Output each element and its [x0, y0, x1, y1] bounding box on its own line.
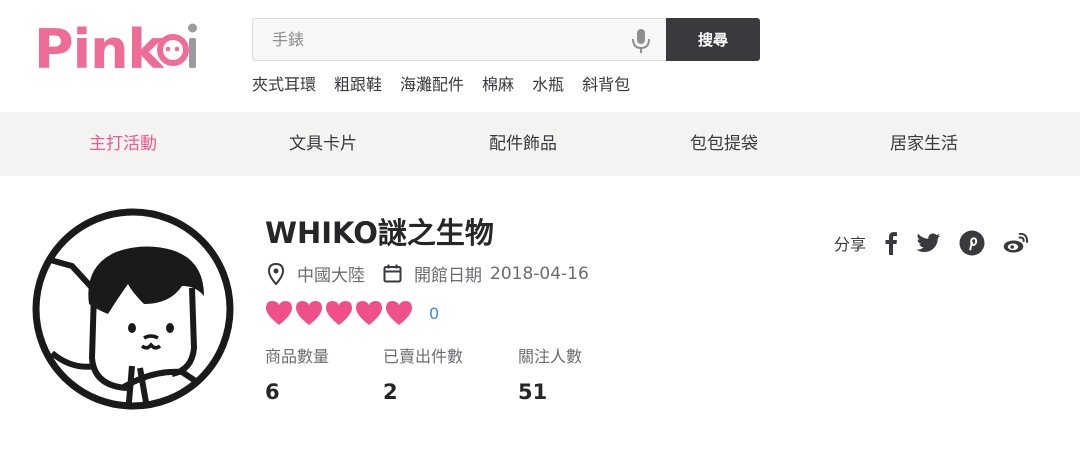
facebook-icon[interactable]: [884, 231, 898, 255]
stat-products: 商品數量 6: [265, 343, 329, 404]
calendar-icon: [383, 264, 402, 283]
category-tab-home[interactable]: 居家生活: [890, 112, 958, 176]
stat-value: 2: [383, 380, 398, 404]
twitter-icon[interactable]: [916, 233, 941, 254]
heart-icon: [386, 301, 412, 325]
opened-label: 開館日期: [414, 266, 482, 286]
keyword-link[interactable]: 水瓶: [532, 71, 564, 95]
stat-label: 關注人數: [518, 347, 583, 366]
share-bar: 分享: [834, 228, 1046, 258]
heart-icon: [296, 301, 322, 325]
search-input[interactable]: [253, 19, 666, 60]
shop-avatar: [32, 208, 234, 410]
microphone-icon[interactable]: [630, 28, 652, 54]
search-bar: 搜尋: [252, 18, 760, 61]
share-label: 分享: [834, 235, 867, 254]
shop-rating[interactable]: 0: [265, 300, 439, 326]
heart-icon: [326, 301, 352, 325]
shop-location: 中國大陸: [297, 266, 365, 286]
pinterest-icon[interactable]: [959, 230, 985, 256]
keyword-link[interactable]: 斜背包: [582, 71, 630, 95]
weibo-icon[interactable]: [1003, 233, 1029, 253]
pinkoi-logo[interactable]: Pink: [34, 14, 206, 76]
stat-sold: 已賣出件數 2: [383, 343, 463, 404]
stat-label: 已賣出件數: [383, 347, 464, 366]
category-tab-bags[interactable]: 包包提袋: [690, 112, 758, 176]
svg-text:Pink: Pink: [34, 18, 165, 76]
shop-name: WHIKO謎之生物: [265, 216, 494, 250]
review-count[interactable]: 0: [429, 304, 439, 323]
shop-meta: 中國大陸 開館日期 2018-04-16: [268, 261, 589, 286]
stat-value: 6: [265, 380, 280, 404]
search-field[interactable]: [252, 18, 666, 61]
search-button[interactable]: 搜尋: [666, 18, 760, 61]
opened-date: 2018-04-16: [490, 263, 589, 284]
hot-keywords: 夾式耳環 粗跟鞋 海灘配件 棉麻 水瓶 斜背包: [252, 71, 630, 95]
category-tab-featured[interactable]: 主打活動: [89, 112, 157, 176]
stat-value: 51: [518, 380, 548, 404]
location-pin-icon: [268, 262, 284, 285]
keyword-link[interactable]: 棉麻: [482, 71, 514, 95]
category-tab-stationery[interactable]: 文具卡片: [289, 112, 357, 176]
keyword-link[interactable]: 海灘配件: [400, 71, 464, 95]
keyword-link[interactable]: 粗跟鞋: [334, 71, 382, 95]
heart-icon: [266, 301, 292, 325]
keyword-link[interactable]: 夾式耳環: [252, 71, 316, 95]
category-nav: 主打活動 文具卡片 配件飾品 包包提袋 居家生活: [0, 112, 1080, 176]
stat-label: 商品數量: [265, 347, 330, 366]
category-tab-accessories[interactable]: 配件飾品: [489, 112, 557, 176]
heart-icon: [356, 301, 382, 325]
stat-followers[interactable]: 關注人數 51: [518, 343, 582, 404]
